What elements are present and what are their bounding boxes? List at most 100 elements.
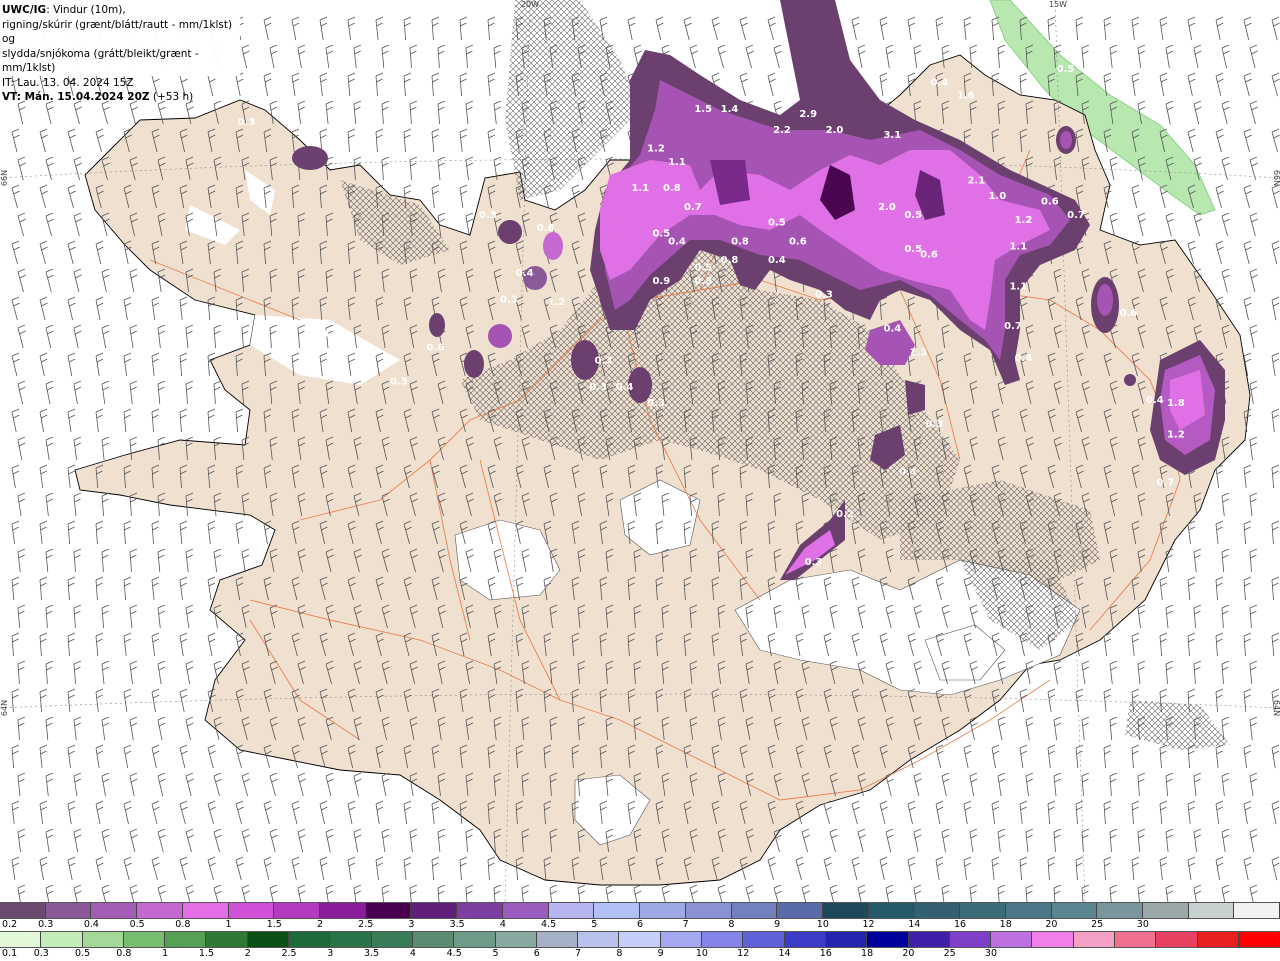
legend-rain-swatch xyxy=(206,932,248,947)
legend-snow-swatch xyxy=(868,903,915,918)
precip-value-label: 0.5 xyxy=(904,210,922,221)
legend-snow-swatch xyxy=(1142,903,1189,918)
precip-small xyxy=(1060,131,1072,149)
precip-value-label: 0.4 xyxy=(516,268,534,279)
precip-value-label: 1.1 xyxy=(668,157,686,168)
legend-rain: 0.1 0.3 0.5 0.8 1 1.5 2 2.5 3 3.5 4 4.5 5 6 7 8 9 10 12 14 1… xyxy=(0,931,1280,961)
legend-snow-swatch xyxy=(457,903,503,918)
legend-rain-tick-label: 7 xyxy=(575,948,582,959)
legend-snow-tick-label: 7 xyxy=(682,919,689,930)
legend-snow-tick-label: 25 xyxy=(1091,919,1104,930)
legend-rain-swatch xyxy=(247,932,290,947)
legend-snow-swatch xyxy=(45,903,92,918)
precip-value-label: 0.3 xyxy=(815,289,833,300)
precip-value-label: 0.3 xyxy=(647,398,665,409)
legend-rain-swatch xyxy=(454,932,496,947)
legend-rain-swatch xyxy=(165,932,207,947)
legend-rain-tick-label: 4.5 xyxy=(446,948,462,959)
precip-value-label: 0.3 xyxy=(500,295,518,306)
precip-area-c xyxy=(905,380,925,415)
valid-time-line: VT: Mán. 15.04.2024 20Z (+53 h) xyxy=(2,90,238,105)
precip-value-label: 0.8 xyxy=(537,223,555,234)
legend-snow-tick-label: 10 xyxy=(816,919,829,930)
legend-snow-swatch xyxy=(1005,903,1052,918)
valid-time: VT: Mán. 15.04.2024 20Z xyxy=(2,91,150,103)
legend-rain-tick-label: 0.8 xyxy=(116,948,132,959)
precip-value-label: 1.6 xyxy=(957,91,975,102)
lead-time: (+53 h) xyxy=(149,91,194,103)
precip-value-label: 0.4 xyxy=(668,236,686,247)
legend-snow-tick-label: 6 xyxy=(636,919,644,930)
precip-value-label: 0.3 xyxy=(595,356,613,367)
precip-small xyxy=(464,350,484,378)
precip-value-label: 3.1 xyxy=(883,130,901,141)
precip-value-label: 1.2 xyxy=(1015,215,1033,226)
legend-rain-tick-label: 16 xyxy=(819,948,832,959)
precip-value-label: 0.3 xyxy=(238,117,256,128)
legend-rain-tick-label: 6 xyxy=(533,948,540,959)
precip-value-label: 1.2 xyxy=(647,144,665,155)
legend-rain-tick-label: 5 xyxy=(492,948,499,959)
precip-value-label: 1.2 xyxy=(1167,430,1185,441)
legend-snow-tick-label: 9 xyxy=(774,919,781,930)
precip-value-label: 0.5 xyxy=(1057,64,1075,75)
legend-rain-tick-label: 4 xyxy=(409,948,416,959)
legend-rain-swatch xyxy=(412,932,455,947)
legend-rain-tick-label: 0.5 xyxy=(75,948,91,959)
precip-value-label: 1.5 xyxy=(694,104,712,115)
legend-snow-swatch xyxy=(914,903,961,918)
precip-value-label: 0.8 xyxy=(731,236,749,247)
header-line-2: rigning/skúrir (grænt/blátt/rautt - mm/1… xyxy=(2,18,233,46)
legend-rain-swatch xyxy=(1156,932,1198,947)
legend-snow-tick-label: 0.3 xyxy=(38,919,54,930)
legend-rain-swatch xyxy=(536,932,579,947)
legend-snow-sleet: 0.2 0.3 0.4 0.5 0.8 1 1.5 2 2.5 3 3.5 4 4.5 5 6 7 8 9 10 12… xyxy=(0,902,1280,932)
legend-rain-tick-label: 1 xyxy=(162,948,169,959)
precip-value-label: 0.5 xyxy=(768,218,786,229)
legend-rain-swatch xyxy=(82,932,124,947)
legend-snow-swatch xyxy=(137,903,183,918)
lat-label-66n-right: 66N xyxy=(1272,170,1280,186)
precip-value-label: 2.9 xyxy=(799,109,817,120)
legend-rain-tick-label: 2.5 xyxy=(281,948,297,959)
precip-value-label: 0.3 xyxy=(925,419,943,430)
legend-rain-swatch xyxy=(908,932,950,947)
legend-rain-tick-label: 12 xyxy=(737,948,750,959)
precip-value-label: 1.3 xyxy=(910,348,928,359)
legend-rain-swatch xyxy=(991,932,1033,947)
precip-value-label: 0.3 xyxy=(589,382,607,393)
legend-rain-swatch xyxy=(784,932,826,947)
precip-value-label: 1.1 xyxy=(1009,242,1027,253)
legend-snow-tick-label: 1.5 xyxy=(266,919,282,930)
legend-snow-swatch xyxy=(91,903,138,918)
legend-snow-swatch xyxy=(411,903,458,918)
precip-value-label: 0.8 xyxy=(694,276,712,287)
legend-rain-swatch xyxy=(41,932,83,947)
legend-rain-tick-label: 8 xyxy=(616,948,623,959)
precip-value-label: 2.0 xyxy=(826,125,844,136)
legend-snow-swatch xyxy=(1188,903,1235,918)
precip-value-label: 1.1 xyxy=(1009,281,1027,292)
precip-value-label: 0.2 xyxy=(836,509,854,520)
legend-rain-swatch xyxy=(330,932,372,947)
legend-swatches-snow xyxy=(0,902,1280,919)
precip-value-label: 0.4 xyxy=(616,382,634,393)
legend-snow-tick-label: 20 xyxy=(1045,919,1058,930)
precip-value-label: 0.4 xyxy=(768,255,786,266)
precip-value-label: 0.3 xyxy=(479,210,497,221)
legend-rain-swatch xyxy=(743,932,785,947)
legend-snow-tick-label: 0.2 xyxy=(2,919,18,930)
legend-snow-tick-label: 8 xyxy=(728,919,735,930)
legend-snow-tick-label: 2 xyxy=(316,919,324,930)
legend-snow-tick-label: 5 xyxy=(591,919,598,930)
legend-rain-tick-label: 18 xyxy=(861,948,874,959)
precip-value-label: 0.4 xyxy=(899,467,917,478)
issue-time: IT: Lau. 13. 04. 2024 15Z xyxy=(2,76,134,89)
legend-snow-swatch xyxy=(1051,903,1098,918)
lat-label-66n-left: 66N xyxy=(0,170,9,186)
legend-snow-swatch xyxy=(228,903,275,918)
legend-rain-swatch xyxy=(660,932,703,947)
legend-rain-tick-label: 0.1 xyxy=(2,948,18,959)
precip-value-label: 2.2 xyxy=(773,125,791,136)
header-line-1-rest: : Vindur (10m), xyxy=(46,4,126,16)
